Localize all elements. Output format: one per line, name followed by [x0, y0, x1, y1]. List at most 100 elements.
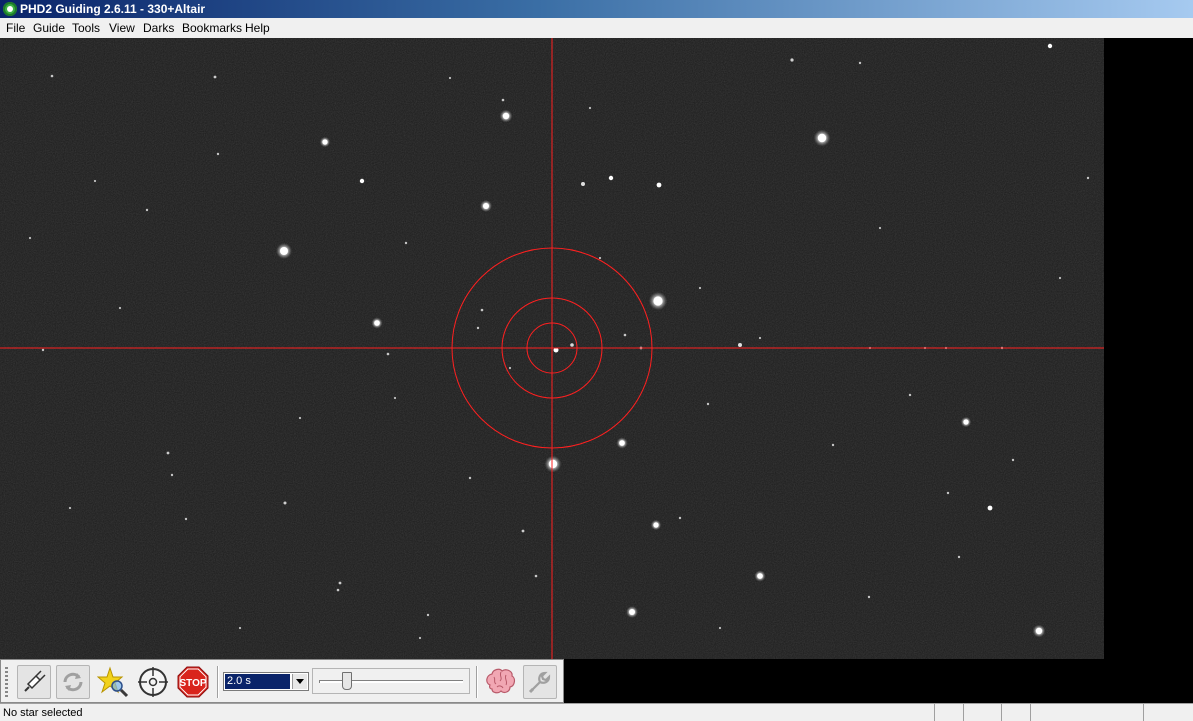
star [957, 555, 961, 559]
menu-darks[interactable]: Darks [143, 21, 174, 35]
star [619, 440, 625, 446]
star [623, 333, 627, 337]
star [426, 613, 430, 617]
menu-file[interactable]: File [6, 21, 25, 35]
status-bar: No star selected [0, 703, 1193, 721]
star [1058, 276, 1062, 280]
star [1011, 458, 1015, 462]
guide-button[interactable] [136, 665, 170, 699]
menu-bookmarks[interactable]: Bookmarks [182, 21, 242, 35]
star [908, 393, 912, 397]
star [213, 75, 217, 79]
star [93, 179, 97, 183]
star [483, 203, 489, 209]
star [298, 416, 302, 420]
brain-icon [486, 668, 516, 694]
menu-bar: File Guide Tools View Darks Bookmarks He… [0, 18, 1193, 38]
toolbar-grip[interactable] [5, 667, 8, 697]
toolbar-separator [476, 666, 477, 698]
star [817, 133, 827, 143]
crosshair-target-icon [138, 667, 168, 697]
star [468, 476, 472, 480]
star [41, 348, 45, 352]
star [588, 106, 592, 110]
star [501, 98, 505, 102]
star [698, 286, 702, 290]
star [118, 306, 122, 310]
main-toolbar: STOP 2.0 s [0, 659, 564, 703]
star [598, 256, 602, 260]
brain-settings-button[interactable] [483, 665, 517, 699]
star [170, 473, 174, 477]
gamma-slider[interactable] [312, 668, 470, 694]
star [216, 152, 220, 156]
star [878, 226, 882, 230]
star-field[interactable] [0, 38, 1104, 659]
toolbar-separator [217, 666, 218, 698]
usb-plug-icon [24, 670, 46, 692]
star [678, 516, 682, 520]
star [322, 139, 328, 145]
title-bar[interactable]: PHD2 Guiding 2.6.11 - 330+Altair [0, 0, 1193, 18]
star [336, 588, 340, 592]
right-margin [1104, 38, 1193, 659]
auto-select-star-button[interactable] [96, 665, 130, 699]
star [238, 626, 242, 630]
phd2-app-icon[interactable] [3, 2, 17, 16]
camera-image-view[interactable] [0, 38, 1104, 659]
star [718, 626, 722, 630]
star [338, 581, 342, 585]
menu-view[interactable]: View [109, 21, 135, 35]
star [502, 112, 510, 120]
menu-help[interactable]: Help [245, 21, 270, 35]
star [946, 491, 950, 495]
star [280, 247, 288, 255]
menu-tools[interactable]: Tools [72, 21, 100, 35]
star [418, 636, 422, 640]
star [386, 352, 390, 356]
star [50, 74, 54, 78]
status-pane [934, 704, 935, 721]
gamma-slider-track [319, 680, 463, 683]
star [706, 402, 710, 406]
star [738, 343, 742, 347]
star [581, 182, 585, 186]
loop-exposures-button[interactable] [56, 665, 90, 699]
status-pane [1143, 704, 1144, 721]
star [858, 61, 862, 65]
status-pane [1030, 704, 1031, 721]
star [1047, 43, 1053, 49]
status-pane [1001, 704, 1002, 721]
connect-equipment-button[interactable] [17, 665, 51, 699]
exposure-duration-select[interactable]: 2.0 s [223, 672, 309, 691]
status-pane [963, 704, 964, 721]
star [867, 595, 871, 599]
manual-guide-button[interactable] [523, 665, 557, 699]
star [963, 419, 969, 425]
star [480, 308, 484, 312]
gamma-slider-thumb[interactable] [341, 672, 352, 690]
star [184, 517, 188, 521]
star [534, 574, 538, 578]
stop-label: STOP [179, 678, 206, 689]
star [831, 443, 835, 447]
chevron-down-icon[interactable] [292, 674, 307, 689]
star [166, 451, 170, 455]
menu-guide[interactable]: Guide [33, 21, 65, 35]
star [656, 182, 662, 188]
exposure-duration-value: 2.0 s [225, 674, 290, 689]
star [629, 609, 635, 615]
star [653, 296, 663, 306]
star [359, 178, 365, 184]
star [653, 522, 659, 528]
star [68, 506, 72, 510]
star [508, 366, 512, 370]
star [145, 208, 149, 212]
star [790, 58, 794, 62]
star [1035, 627, 1043, 635]
wrench-icon [528, 671, 551, 694]
star [1086, 176, 1090, 180]
stop-button[interactable]: STOP [176, 665, 210, 699]
star [28, 236, 32, 240]
loop-arrows-icon [63, 672, 83, 692]
